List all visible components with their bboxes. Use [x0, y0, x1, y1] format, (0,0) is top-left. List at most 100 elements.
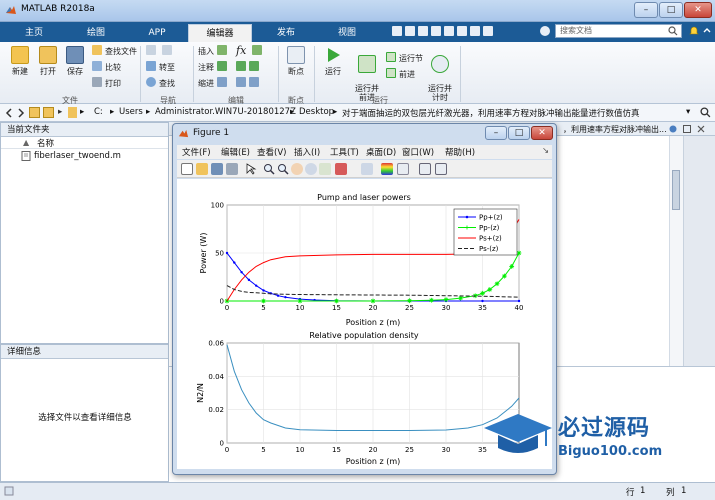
help-quick-icon[interactable] — [483, 26, 493, 36]
print-icon[interactable] — [226, 163, 238, 175]
run-button[interactable]: 运行 — [318, 46, 348, 77]
colorbar-icon[interactable] — [381, 163, 393, 175]
file-list-item[interactable]: fiberlaser_twoend.m — [1, 149, 169, 163]
breakpoints-button[interactable]: 断点 — [282, 46, 310, 77]
chart1-legend[interactable]: Pp+(z) Pp-(z) Ps+(z) Ps-(z) — [453, 208, 518, 256]
figure-toolbar — [177, 160, 552, 178]
menu-view[interactable]: 查看(V) — [257, 146, 286, 158]
switch-windows-quick-icon[interactable] — [470, 26, 480, 36]
advance-button[interactable]: 前进 — [386, 68, 415, 82]
browse-folder-icon[interactable] — [43, 107, 54, 118]
figure-minimize-button[interactable]: – — [485, 126, 507, 140]
run-and-time-button[interactable]: 运行并 计时 — [424, 46, 456, 102]
forward-icon[interactable] — [16, 108, 26, 118]
path-crumb-user[interactable]: Administrator.WIN7U-20180127Z — [155, 107, 296, 117]
link-icon[interactable] — [361, 163, 373, 175]
comment-button[interactable]: 注释 — [198, 61, 230, 75]
open-button[interactable]: 打开 — [34, 46, 62, 77]
current-folder-address-bar[interactable]: ▸ ▸ C: ▸ Users ▸ Administrator.WIN7U-201… — [0, 104, 715, 122]
path-crumb-desktop[interactable]: Desktop — [299, 107, 334, 117]
copy-quick-icon[interactable] — [418, 26, 428, 36]
maximize-button[interactable]: □ — [659, 2, 683, 18]
tab-home[interactable]: 主页 — [4, 24, 64, 42]
insert-button[interactable]: 插入 — [198, 45, 230, 59]
indent-adjust-button[interactable] — [236, 77, 262, 91]
close-button[interactable]: ✕ — [684, 2, 712, 18]
series-point-0 — [240, 271, 243, 274]
find-files-button[interactable]: 查找文件 — [92, 45, 137, 59]
find-button[interactable]: 查找 — [146, 77, 175, 91]
axes-pump-laser[interactable]: Pump and laser powers 0 5 10 15 20 25 30 35 40 0… — [199, 193, 523, 327]
compare-button[interactable]: 比较 — [92, 61, 121, 75]
tab-publish[interactable]: 发布 — [256, 24, 316, 42]
path-dropdown-icon[interactable]: ▾ — [686, 107, 690, 117]
path-crumb-users[interactable]: Users — [119, 107, 143, 117]
dropdown-quick-icon[interactable] — [540, 26, 550, 36]
path-crumb-drive[interactable]: C: — [94, 107, 103, 117]
help-icon[interactable] — [669, 125, 677, 133]
legend-icon[interactable] — [397, 163, 409, 175]
hide-tools-icon[interactable] — [419, 163, 431, 175]
insert-function-button[interactable]: fx — [236, 44, 246, 58]
open-icon[interactable] — [196, 163, 208, 175]
tab-plots[interactable]: 绘图 — [66, 24, 126, 42]
undo-quick-icon[interactable] — [444, 26, 454, 36]
run-and-advance-button[interactable]: 运行并 前进 — [350, 46, 384, 102]
menu-edit[interactable]: 编辑(E) — [221, 146, 250, 158]
data-cursor-icon[interactable] — [319, 163, 331, 175]
menu-insert[interactable]: 插入(I) — [294, 146, 320, 158]
zoom-out-icon[interactable] — [277, 163, 289, 175]
editor-scrollbar[interactable] — [669, 136, 683, 366]
navigate-forward-button[interactable] — [162, 45, 175, 59]
rotate-icon[interactable] — [305, 163, 317, 175]
save-icon[interactable] — [211, 163, 223, 175]
menu-tools[interactable]: 工具(T) — [330, 146, 359, 158]
series-point-0 — [284, 295, 287, 299]
insert-function-dropdown[interactable] — [252, 45, 265, 59]
minimize-button[interactable]: – — [634, 2, 658, 18]
status-icon — [4, 486, 14, 496]
menu-help[interactable]: 帮助(H) — [445, 146, 475, 158]
menu-file[interactable]: 文件(F) — [182, 146, 211, 158]
save-quick-icon[interactable] — [392, 26, 402, 36]
up-folder-icon[interactable] — [29, 107, 40, 118]
back-icon[interactable] — [4, 108, 14, 118]
x-tick-label: 25 — [405, 304, 414, 312]
undock-icon[interactable] — [683, 125, 691, 133]
new-figure-icon[interactable] — [181, 163, 193, 175]
comment-toggle-button[interactable] — [236, 61, 262, 75]
column-name-header[interactable]: 名称 — [37, 137, 54, 149]
search-folder-icon[interactable] — [700, 107, 711, 118]
scrollbar-thumb[interactable] — [672, 170, 680, 210]
indent-button[interactable]: 缩进 — [198, 77, 230, 91]
brush-icon[interactable] — [335, 163, 347, 175]
navigate-back-button[interactable] — [146, 45, 159, 59]
paste-quick-icon[interactable] — [431, 26, 441, 36]
new-button[interactable]: 新建 — [6, 46, 34, 77]
menu-window[interactable]: 窗口(W) — [402, 146, 434, 158]
tab-apps[interactable]: APP — [128, 24, 186, 42]
tab-editor[interactable]: 编辑器 — [188, 24, 252, 42]
menu-desktop[interactable]: 桌面(D) — [366, 146, 396, 158]
goto-button[interactable]: 转至 — [146, 61, 175, 75]
figure-close-button[interactable]: ✕ — [531, 126, 553, 140]
zoom-in-icon[interactable] — [263, 163, 275, 175]
print-button[interactable]: 打印 — [92, 77, 121, 91]
figure-maximize-button[interactable]: □ — [508, 126, 530, 140]
menu-dock-icon[interactable]: ↘ — [542, 146, 549, 156]
redo-quick-icon[interactable] — [457, 26, 467, 36]
search-icon[interactable] — [668, 26, 678, 36]
pan-icon[interactable] — [291, 163, 303, 175]
save-button[interactable]: 保存 — [62, 46, 88, 77]
search-docs-input[interactable]: 搜索文档 — [555, 24, 682, 38]
tab-view[interactable]: 视图 — [318, 24, 376, 42]
run-section-button[interactable]: 运行节 — [386, 52, 423, 66]
pointer-icon[interactable] — [245, 163, 257, 175]
notifications-icon[interactable] — [688, 25, 700, 37]
axes-population[interactable]: Relative population density 0 5 10 15 20 25 30… — [196, 331, 520, 466]
collapse-ribbon-icon[interactable] — [701, 25, 713, 37]
cut-quick-icon[interactable] — [405, 26, 415, 36]
path-crumb-project[interactable]: 对于端面抽运的双包层光纤激光器，利用速率方程对脉冲输出能量进行数值仿真 — [342, 107, 682, 119]
editor-close-icon[interactable] — [697, 125, 705, 133]
show-tools-icon[interactable] — [435, 163, 447, 175]
